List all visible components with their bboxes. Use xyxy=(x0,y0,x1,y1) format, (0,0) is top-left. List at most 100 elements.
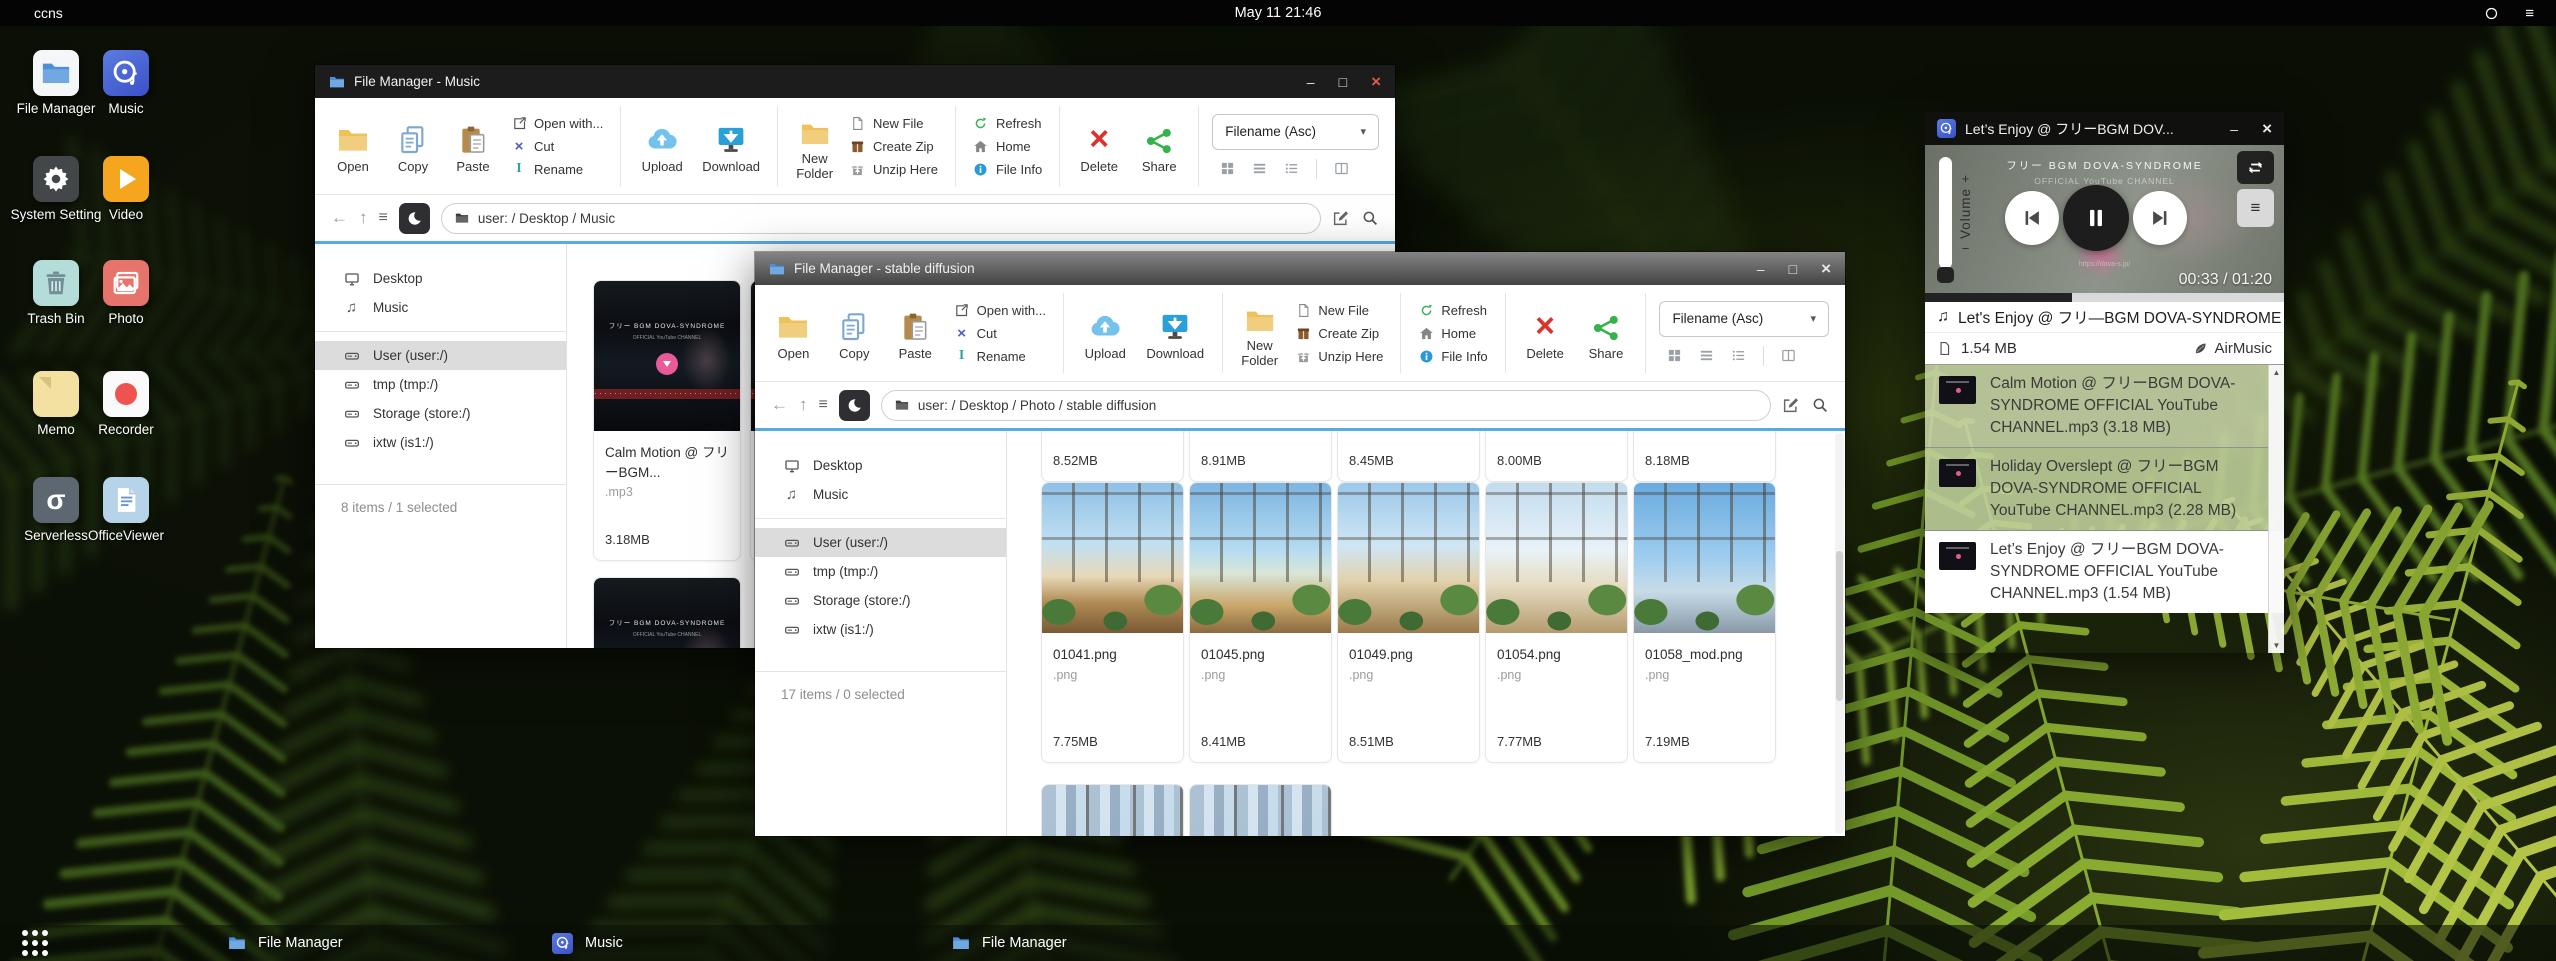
view-detail-button[interactable] xyxy=(1699,348,1714,363)
share-button[interactable]: Share xyxy=(1133,118,1185,174)
cut-button[interactable]: × Cut xyxy=(511,138,603,154)
back-button[interactable]: ← xyxy=(331,208,348,228)
sidebar-item-ixtw-drive[interactable]: ixtw (is1:/) xyxy=(755,615,1006,644)
desktop-icon-recorder[interactable]: Recorder xyxy=(103,371,149,417)
playlist-menu-button[interactable]: ≡ xyxy=(2237,189,2274,227)
file-tile-partial[interactable] xyxy=(1041,784,1184,836)
file-tile-partial[interactable]: 8.45MB xyxy=(1337,431,1480,482)
file-tile-partial[interactable]: フリー BGM DOVA-SYNDROME OFFICIAL YouTube C… xyxy=(593,577,741,648)
close-button[interactable]: × xyxy=(1371,73,1381,90)
paste-button[interactable]: Paste xyxy=(447,118,499,174)
sidebar-item-storage-drive[interactable]: Storage (store:/) xyxy=(755,586,1006,615)
sidebar-item-storage-drive[interactable]: Storage (store:/) xyxy=(315,399,566,428)
open-with-button[interactable]: Open with... xyxy=(511,115,603,131)
scroll-down-icon[interactable]: ▼ xyxy=(2273,641,2281,650)
close-button[interactable]: × xyxy=(2262,120,2272,137)
sidebar-item-desktop[interactable]: Desktop xyxy=(755,451,1006,480)
minimize-button[interactable]: – xyxy=(2230,122,2238,136)
file-tile-partial[interactable]: 8.91MB xyxy=(1189,431,1332,482)
file-info-button[interactable]: File Info xyxy=(1418,348,1487,364)
view-detail-button[interactable] xyxy=(1252,161,1267,176)
menu-button[interactable]: ≡ xyxy=(379,209,388,227)
playlist-item[interactable]: Holiday Overslept @ フリーBGM DOVA-SYNDROME… xyxy=(1925,448,2284,531)
desktop-icon-memo[interactable]: Memo xyxy=(33,371,79,417)
new-file-button[interactable]: New File xyxy=(1295,302,1383,318)
minimize-button[interactable]: – xyxy=(1757,262,1765,276)
share-button[interactable]: Share xyxy=(1580,305,1633,361)
app-launcher-button[interactable] xyxy=(22,930,48,956)
new-folder-button[interactable]: New Folder xyxy=(1236,298,1283,369)
desktop-icon-serverless[interactable]: σ Serverless xyxy=(33,477,79,523)
copy-button[interactable]: Copy xyxy=(387,118,439,174)
desktop-icon-photo[interactable]: Photo xyxy=(103,260,149,306)
edit-path-button[interactable] xyxy=(1782,396,1800,414)
copy-button[interactable]: Copy xyxy=(828,305,881,361)
view-column-button[interactable] xyxy=(1781,348,1796,363)
titlebar[interactable]: File Manager - stable diffusion – □ × xyxy=(755,252,1845,285)
create-zip-button[interactable]: Create Zip xyxy=(1295,325,1383,341)
edit-path-button[interactable] xyxy=(1332,209,1350,227)
open-button[interactable]: Open xyxy=(327,118,379,174)
create-zip-button[interactable]: Create Zip xyxy=(850,138,938,154)
cut-button[interactable]: × Cut xyxy=(954,325,1046,341)
desktop-icon-music[interactable]: Music xyxy=(103,50,149,96)
file-tile-partial[interactable]: 8.52MB xyxy=(1041,431,1184,482)
search-button[interactable] xyxy=(1811,396,1829,414)
sidebar-item-desktop[interactable]: Desktop xyxy=(315,264,566,293)
unzip-here-button[interactable]: Unzip Here xyxy=(1295,348,1383,364)
rename-button[interactable]: I Rename xyxy=(954,348,1046,364)
up-button[interactable]: ↑ xyxy=(359,208,368,228)
file-tile-01041[interactable]: 01041.png .png 7.75MB xyxy=(1041,482,1184,763)
view-grid-button[interactable] xyxy=(1667,348,1682,363)
rename-button[interactable]: I Rename xyxy=(511,161,603,177)
file-tile-partial[interactable] xyxy=(1189,784,1332,836)
dark-mode-button[interactable] xyxy=(839,390,870,421)
playlist-item-current[interactable]: Let’s Enjoy @ フリーBGM DOVA-SYNDROME OFFIC… xyxy=(1925,531,2284,613)
playlist-scrollbar[interactable]: ▲ ▼ xyxy=(2268,365,2284,653)
open-button[interactable]: Open xyxy=(767,305,820,361)
back-button[interactable]: ← xyxy=(771,395,788,415)
upload-button[interactable]: Upload xyxy=(1077,305,1134,361)
progress-bar[interactable] xyxy=(1925,293,2284,302)
minimize-button[interactable]: – xyxy=(1307,75,1315,89)
path-input[interactable]: user: / Desktop / Music xyxy=(441,203,1321,234)
paste-button[interactable]: Paste xyxy=(889,305,942,361)
pause-button[interactable] xyxy=(2063,185,2129,251)
refresh-button[interactable]: Refresh xyxy=(973,115,1042,131)
download-button[interactable]: Download xyxy=(698,118,764,174)
menu-button[interactable]: ≡ xyxy=(819,396,828,414)
view-list-button[interactable] xyxy=(1284,161,1299,176)
taskbar-item-file-manager-1[interactable]: File Manager xyxy=(228,925,343,961)
sidebar-item-tmp-drive[interactable]: tmp (tmp:/) xyxy=(315,370,566,399)
titlebar[interactable]: Let’s Enjoy @ フリーBGM DOV... – × xyxy=(1925,112,2284,145)
previous-track-button[interactable] xyxy=(2005,191,2059,245)
home-button[interactable]: Home xyxy=(973,138,1042,154)
close-button[interactable]: × xyxy=(1821,260,1831,277)
home-button[interactable]: Home xyxy=(1418,325,1487,341)
maximize-button[interactable]: □ xyxy=(1789,262,1797,276)
download-button[interactable]: Download xyxy=(1142,305,1209,361)
file-tile-01045[interactable]: 01045.png .png 8.41MB xyxy=(1189,482,1332,763)
sidebar-item-tmp-drive[interactable]: tmp (tmp:/) xyxy=(755,557,1006,586)
unzip-here-button[interactable]: Unzip Here xyxy=(850,161,938,177)
sidebar-item-ixtw-drive[interactable]: ixtw (is1:/) xyxy=(315,428,566,457)
refresh-button[interactable]: Refresh xyxy=(1418,302,1487,318)
file-tile-01049[interactable]: 01049.png .png 8.51MB xyxy=(1337,482,1480,763)
desktop-icon-trash-bin[interactable]: Trash Bin xyxy=(33,260,79,306)
desktop-icon-officeviewer[interactable]: OfficeViewer xyxy=(103,477,149,523)
open-with-button[interactable]: Open with... xyxy=(954,302,1046,318)
file-tile-calm-motion[interactable]: フリー BGM DOVA-SYNDROME OFFICIAL YouTube C… xyxy=(593,280,741,561)
desktop-icon-file-manager[interactable]: File Manager xyxy=(33,50,79,96)
up-button[interactable]: ↑ xyxy=(799,395,808,415)
desktop-icon-video[interactable]: Video xyxy=(103,156,149,202)
new-file-button[interactable]: New File xyxy=(850,115,938,131)
upload-button[interactable]: Upload xyxy=(634,118,690,174)
sort-dropdown[interactable]: Filename (Asc) ▾ xyxy=(1212,114,1379,150)
sidebar-item-music[interactable]: ♫ Music xyxy=(755,480,1006,509)
search-button[interactable] xyxy=(1361,209,1379,227)
scroll-up-icon[interactable]: ▲ xyxy=(2273,368,2281,377)
sort-dropdown[interactable]: Filename (Asc) ▾ xyxy=(1659,301,1829,337)
next-track-button[interactable] xyxy=(2133,191,2187,245)
taskbar-item-file-manager-2[interactable]: File Manager xyxy=(952,925,1067,961)
sidebar-item-music[interactable]: ♫ Music xyxy=(315,293,566,322)
